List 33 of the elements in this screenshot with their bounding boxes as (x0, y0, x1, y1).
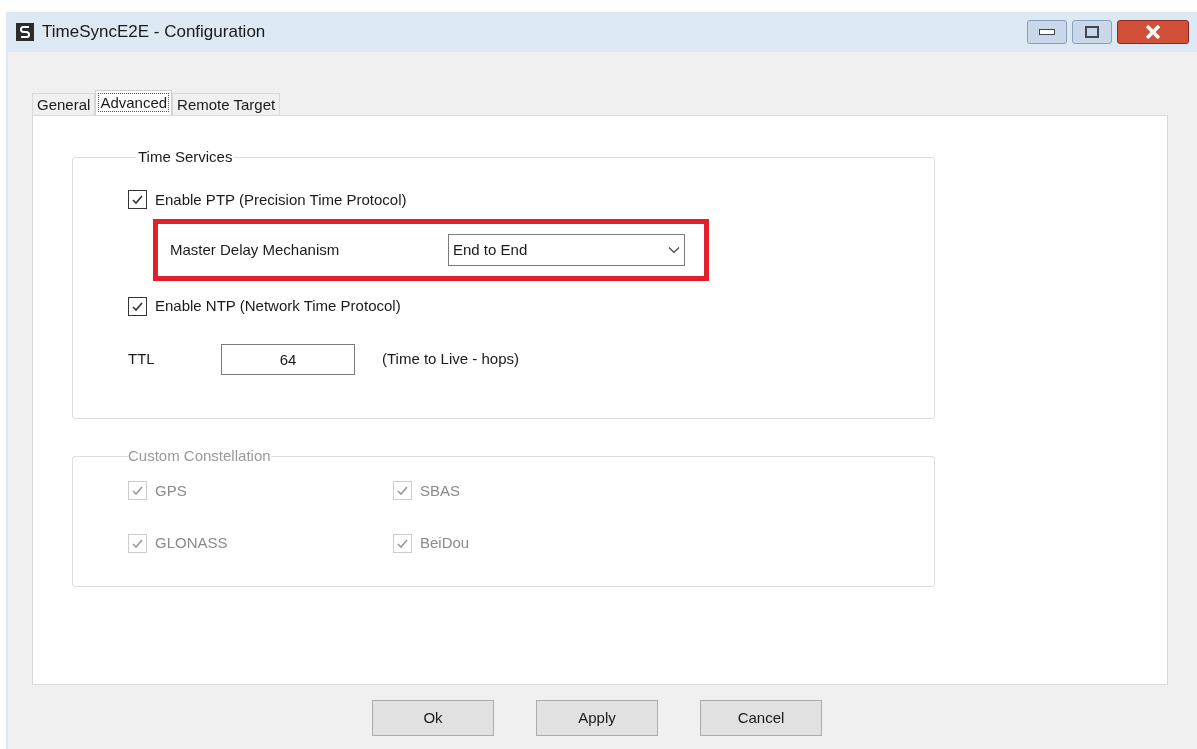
field-label: TTL (128, 348, 156, 369)
checkbox-label: Enable PTP (Precision Time Protocol) (155, 189, 407, 210)
field-label: Master Delay Mechanism (170, 239, 341, 260)
dialog-button[interactable]: Ok (372, 700, 494, 736)
checkbox-label: SBAS (420, 480, 461, 501)
tab[interactable]: General (32, 93, 96, 115)
dropdown[interactable]: End to End (448, 234, 685, 266)
checkmark-icon (396, 484, 409, 498)
checkbox-label: GPS (155, 480, 187, 501)
checkbox-label: Enable NTP (Network Time Protocol) (155, 296, 401, 316)
input-field[interactable]: 64 (221, 343, 355, 375)
minimize-button[interactable] (1027, 20, 1067, 44)
checkbox-label: GLONASS (155, 533, 228, 553)
checkmark-icon (131, 193, 144, 207)
dialog-button[interactable]: Cancel (700, 700, 822, 736)
checkmark-icon (131, 484, 144, 498)
field-hint: (Time to Live - hops) (382, 348, 519, 369)
close-button[interactable] (1117, 20, 1189, 44)
checkbox-label: BeiDou (420, 533, 470, 553)
checkbox[interactable] (128, 296, 147, 316)
tab[interactable]: Remote Target (172, 93, 281, 115)
group-title: Custom Constellation (128, 446, 271, 466)
chevron-down-icon (668, 246, 680, 254)
close-icon (1145, 25, 1161, 39)
dialog-button[interactable]: Apply (536, 700, 658, 736)
app-logo-icon (16, 23, 34, 41)
tab[interactable]: Advanced (95, 90, 173, 115)
group-title: Time Services (137, 147, 234, 167)
maximize-icon (1085, 26, 1099, 38)
minimize-icon (1039, 29, 1055, 35)
window-title: TimeSyncE2E - Configuration (42, 21, 266, 44)
maximize-button[interactable] (1072, 20, 1112, 44)
checkbox[interactable] (128, 190, 147, 210)
